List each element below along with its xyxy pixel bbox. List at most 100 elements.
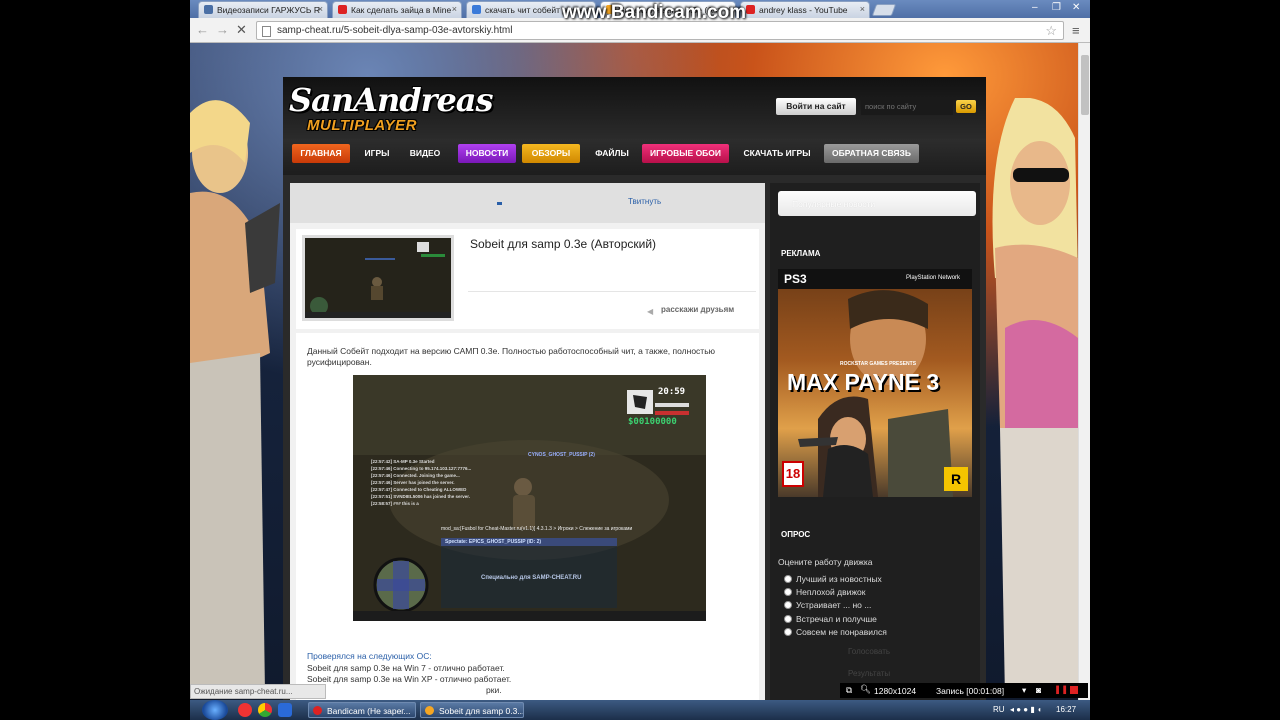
ps3-logo: PS3 — [784, 272, 807, 286]
game-screenshot[interactable]: 20:59 $00100000 CYNOS_GHOST_PUSSIP (2) [… — [353, 375, 706, 621]
nav-wallpapers[interactable]: ИГРОВЫЕ ОБОИ — [642, 144, 729, 163]
os-heading: Проверялся на следующих ОС: — [307, 651, 432, 661]
close-tab-icon[interactable]: × — [318, 4, 323, 14]
start-button[interactable] — [202, 700, 228, 720]
poll-option[interactable]: Неплохой движок — [784, 587, 866, 597]
window-icon[interactable]: ⧉ — [846, 685, 852, 696]
close-tab-icon[interactable]: × — [452, 4, 457, 14]
radio-button[interactable] — [784, 601, 792, 609]
radio-button[interactable] — [784, 615, 792, 623]
poll-vote-button[interactable]: Голосовать — [848, 647, 890, 656]
chrome-icon[interactable] — [258, 703, 272, 717]
nav-files[interactable]: ФАЙЛЫ — [589, 144, 635, 163]
psn-label: PlayStation Network — [906, 275, 961, 281]
url-text: samp-cheat.ru/5-sobeit-dlya-samp-03e-avt… — [277, 25, 513, 36]
chat-log: [22:57:42] SA-MP 0.3e Started [22:57:46]… — [371, 458, 471, 507]
tab-1[interactable]: Видеозаписи ГАРЖУСЬ R × — [198, 1, 328, 18]
page-scrollbar[interactable] — [1078, 43, 1090, 700]
nav-feedback[interactable]: ОБРАТНАЯ СВЯЗЬ — [824, 144, 919, 163]
pause-icon[interactable]: ❚❚ — [1054, 684, 1068, 695]
tab-2-label: Как сделать зайца в Mine — [351, 5, 452, 15]
social-bar: Твитнуть — [290, 183, 765, 223]
ad-title: MAX PAYNE 3 — [787, 369, 940, 395]
nav-reviews[interactable]: ОБЗОРЫ — [522, 144, 580, 163]
cheat-path: mod_sa:[Fusbol for Cheat-Master.ru(v1.1)… — [441, 526, 633, 532]
nav-news[interactable]: НОВОСТИ — [458, 144, 516, 163]
poll-option[interactable]: Устраивает ... но ... — [784, 600, 871, 610]
zoom-icon[interactable]: 🔍︎ — [860, 684, 871, 695]
chrome-menu-icon[interactable]: ≡ — [1072, 23, 1080, 38]
close-window-icon[interactable]: ✕ — [1072, 2, 1080, 13]
poll-option[interactable]: Встречал и получше — [784, 614, 877, 624]
poll-option[interactable]: Совсем не понравился — [784, 627, 887, 637]
post-body: Данный Собейт подходит на версию САМП 0.… — [296, 333, 759, 700]
post-title: Sobeit для samp 0.3e (Авторский) — [470, 237, 657, 251]
bookmark-star-icon[interactable]: ☆ — [1045, 23, 1057, 39]
camera-icon[interactable]: ◙ — [1036, 685, 1041, 695]
popular-news-tab[interactable]: Популярные новости — [778, 191, 976, 216]
tab-2[interactable]: Как сделать зайца в Mine × — [332, 1, 462, 18]
radio-button[interactable] — [784, 628, 792, 636]
radio-button[interactable] — [784, 588, 792, 596]
post-header: Sobeit для samp 0.3e (Авторский) ◀ расск… — [296, 229, 759, 329]
os-line: рки. — [486, 685, 502, 695]
social-dot — [497, 202, 502, 205]
hud-time: 20:59 — [658, 387, 686, 397]
poll-question: Оцените работу движка — [778, 557, 873, 567]
nav-download-games[interactable]: СКАЧАТЬ ИГРЫ — [738, 144, 816, 163]
tray-icons[interactable]: ◂ ● ● ▮ ◖ — [1010, 705, 1042, 714]
nav-games[interactable]: ИГРЫ — [357, 144, 397, 163]
screen: Видеозаписи ГАРЖУСЬ R × Как сделать зайца… — [0, 0, 1280, 720]
search-input[interactable] — [861, 98, 953, 115]
player-tag: CYNOS_GHOST_PUSSIP (2) — [528, 452, 595, 458]
logo-line2: MULTIPLAYER — [307, 117, 417, 134]
site-container: SanAndreas MULTIPLAYER Войти на сайт GO … — [283, 77, 986, 700]
tab-5-label: andrey klass - YouTube — [759, 5, 848, 15]
cheat-menu-title: Spectate: EPICS_GHOST_PUSSIP (ID: 2) — [445, 539, 542, 545]
dropdown-icon[interactable]: ▾ — [1022, 685, 1026, 696]
poll-option[interactable]: Лучший из новостных — [784, 574, 882, 584]
new-tab-button[interactable] — [871, 4, 897, 16]
tab-1-label: Видеозаписи ГАРЖУСЬ R — [217, 5, 321, 15]
share-link[interactable]: расскажи друзьям — [661, 305, 734, 314]
clock[interactable]: 16:27 — [1056, 705, 1076, 714]
task-label: Sobeit для samp 0.3... — [439, 706, 524, 716]
task-bandicam[interactable]: Bandicam (Не зарег... — [308, 702, 416, 718]
forward-icon[interactable]: → — [216, 22, 229, 38]
samp-logo[interactable]: SanAndreas MULTIPLAYER — [289, 81, 494, 137]
close-tab-icon[interactable]: × — [860, 4, 865, 14]
maximize-icon[interactable]: ❐ — [1052, 2, 1061, 13]
poll-results-link[interactable]: Результаты — [848, 669, 890, 678]
share-icon: ◀ — [647, 307, 654, 316]
stop-record-icon[interactable] — [1070, 686, 1078, 694]
os-line: Sobeit для samp 0.3e на Win XP - отлично… — [307, 674, 512, 684]
chrome-icon — [425, 706, 434, 715]
stop-icon[interactable]: ✕ — [236, 22, 247, 38]
task-chrome[interactable]: Sobeit для samp 0.3... — [420, 702, 524, 718]
age-rating: 18 — [782, 461, 804, 487]
language-indicator[interactable]: RU — [993, 705, 1005, 714]
chrome-window: Видеозаписи ГАРЖУСЬ R × Как сделать зайца… — [190, 0, 1090, 700]
record-timer: Запись [00:01:08] — [936, 686, 1005, 696]
nav-home[interactable]: ГЛАВНАЯ — [292, 144, 350, 163]
post-thumbnail[interactable] — [302, 235, 454, 321]
windows-taskbar: Bandicam (Не зарег... Sobeit для samp 0.… — [190, 700, 1090, 720]
tweet-button[interactable]: Твитнуть — [628, 197, 661, 206]
scrollbar-thumb[interactable] — [1081, 55, 1089, 115]
login-button[interactable]: Войти на сайт — [776, 98, 856, 115]
chat-line: [22:57:46] Connecting to 95.174.103.127:… — [371, 466, 472, 471]
minimize-icon[interactable]: – — [1032, 2, 1038, 13]
page-viewport: SanAndreas MULTIPLAYER Войти на сайт GO … — [190, 43, 1078, 700]
chat-line: [22:57:42] SA-MP 0.3e Started — [371, 459, 435, 464]
nav-video[interactable]: ВИДЕО — [403, 144, 447, 163]
yandex-icon[interactable] — [238, 703, 252, 717]
max-payne-ad[interactable]: PS3 PlayStation Network ROCKSTAR GAMES P… — [778, 269, 972, 497]
main-nav: ГЛАВНАЯ ИГРЫ ВИДЕО НОВОСТИ ОБЗОРЫ ФАЙЛЫ … — [283, 139, 986, 175]
page-icon — [262, 26, 271, 37]
ie-icon[interactable] — [278, 703, 292, 717]
search-go-button[interactable]: GO — [956, 100, 976, 113]
tab-5[interactable]: andrey klass - YouTube × — [740, 1, 870, 18]
radio-button[interactable] — [784, 575, 792, 583]
main-content: Твитнуть Sobeit для samp 0.3e (Авторский… — [290, 183, 765, 700]
back-icon[interactable]: ← — [196, 22, 209, 38]
